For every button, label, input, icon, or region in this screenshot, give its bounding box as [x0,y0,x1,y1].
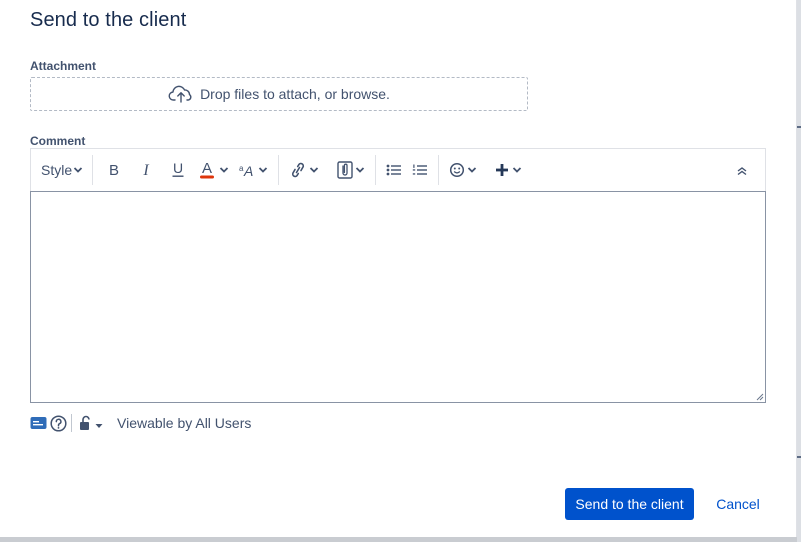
attachment-dropzone[interactable]: Drop files to attach, or browse. [30,77,528,111]
toolbar-separator [92,155,94,185]
bold-icon: B [109,163,119,177]
comment-editor: Style B I U A a A [30,148,766,403]
italic-button[interactable]: I [130,156,162,184]
chevron-down-icon [512,167,522,173]
chevron-down-icon [309,167,319,173]
text-size-icon: a A [239,163,253,177]
toolbar-separator [438,155,440,185]
resize-handle-icon[interactable] [756,393,764,401]
svg-text:I: I [142,163,149,177]
underline-button[interactable]: U [162,156,194,184]
caret-down-icon [95,424,103,428]
attachment-icon [337,161,353,179]
italic-icon: I [142,163,149,177]
toolbar-separator [278,155,280,185]
dropzone-text: Drop files to attach, or browse. [200,86,390,102]
svg-text:B: B [109,163,119,177]
dialog-title: Send to the client [30,9,187,31]
bullet-list-icon [386,164,402,176]
attachment-label: Attachment [30,59,97,73]
svg-text:U: U [173,162,183,176]
editor-toolbar: Style B I U A a A [30,148,766,191]
footer-separator [71,414,72,432]
collapse-toolbar-icon [737,167,747,176]
underline-icon: U [172,162,184,177]
unlock-icon [80,415,90,430]
style-dropdown-label: Style [41,162,73,178]
svg-text:A: A [202,161,212,177]
chevron-down-icon [258,167,268,173]
chevron-down-icon [467,167,477,173]
emoji-icon [450,162,465,178]
insert-attachment-button[interactable] [332,156,370,184]
chevron-down-icon [355,167,365,173]
bold-button[interactable]: B [98,156,130,184]
style-dropdown[interactable]: Style [37,156,87,184]
link-button[interactable] [284,156,324,184]
text-color-icon: A [200,161,215,179]
emoji-button[interactable] [444,156,482,184]
numbered-list-icon [412,164,428,175]
link-icon [292,162,305,178]
background-strip [797,0,801,542]
insert-more-icon [496,164,509,176]
background-tick [797,126,801,128]
visibility-label: Viewable by All Users [117,415,252,431]
insert-more-button[interactable] [490,156,527,184]
cloud-upload-icon [168,85,192,103]
background-tick [797,456,801,458]
chevron-down-icon [219,167,229,173]
bullet-list-button[interactable] [381,156,407,184]
numbered-list-button[interactable] [407,156,433,184]
comment-footer-tools: Viewable by All Users [30,412,251,434]
editor-mode-icon[interactable] [30,416,47,430]
help-icon[interactable] [50,414,67,432]
collapse-toolbar-button[interactable] [731,157,753,185]
comment-label: Comment [30,134,86,148]
svg-text:A: A [243,163,253,177]
toolbar-separator [375,155,377,185]
cancel-button[interactable]: Cancel [706,488,770,520]
send-to-client-dialog: Send to the client Attachment Drop files… [0,0,797,537]
send-to-client-button[interactable]: Send to the client [565,488,694,520]
text-color-button[interactable]: A [194,156,234,184]
comment-textarea[interactable] [30,191,766,403]
visibility-dropdown[interactable] [79,415,103,431]
text-size-button[interactable]: a A [234,156,273,184]
chevron-down-icon [73,167,83,173]
